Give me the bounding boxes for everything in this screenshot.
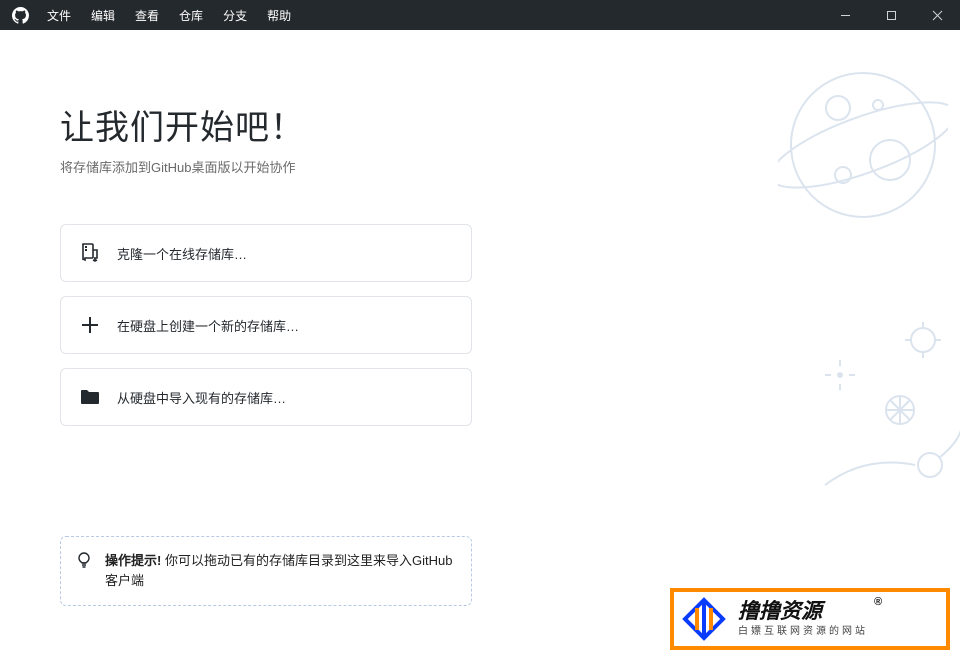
import-repo-label: 从硬盘中导入现有的存储库… <box>117 388 286 407</box>
tip-text: 操作提示! 你可以拖动已有的存储库目录到这里来导入GitHub客户端 <box>105 553 452 588</box>
menu-edit-label: 编辑 <box>91 7 115 24</box>
page-subtitle: 将存储库添加到GitHub桌面版以开始协作 <box>60 157 960 176</box>
watermark-banner: 撸撸资源® 白嫖互联网资源的网站 <box>670 588 950 650</box>
clone-repo-label: 克隆一个在线存储库… <box>117 244 247 263</box>
menu-branch-label: 分支 <box>223 7 247 24</box>
lightbulb-icon <box>75 551 93 575</box>
tip-title: 操作提示! <box>105 553 161 568</box>
page-title: 让我们开始吧！ <box>60 100 960 149</box>
window-controls <box>822 0 960 30</box>
menu-help[interactable]: 帮助 <box>257 0 301 30</box>
watermark-subtitle: 白嫖互联网资源的网站 <box>738 626 868 638</box>
menu-help-label: 帮助 <box>267 7 291 24</box>
option-list: 克隆一个在线存储库… 在硬盘上创建一个新的存储库… 从硬盘中导入现有的存储库… <box>60 224 472 426</box>
registered-mark: ® <box>874 596 882 609</box>
plus-icon <box>79 316 101 334</box>
github-logo-icon <box>12 7 29 24</box>
create-repo-option[interactable]: 在硬盘上创建一个新的存储库… <box>60 296 472 354</box>
menu-repo-label: 仓库 <box>179 7 203 24</box>
titlebar: 文件 编辑 查看 仓库 分支 帮助 <box>0 0 960 30</box>
menu-edit[interactable]: 编辑 <box>81 0 125 30</box>
window-close-button[interactable] <box>914 0 960 30</box>
create-repo-label: 在硬盘上创建一个新的存储库… <box>117 316 299 335</box>
drag-drop-tip[interactable]: 操作提示! 你可以拖动已有的存储库目录到这里来导入GitHub客户端 <box>60 536 472 606</box>
menu-bar: 文件 编辑 查看 仓库 分支 帮助 <box>37 0 301 30</box>
watermark-logo-icon <box>680 595 728 643</box>
repo-clone-icon <box>79 243 101 263</box>
shapes-decoration-icon <box>790 320 960 520</box>
import-repo-option[interactable]: 从硬盘中导入现有的存储库… <box>60 368 472 426</box>
menu-view-label: 查看 <box>135 7 159 24</box>
window-maximize-button[interactable] <box>868 0 914 30</box>
menu-branch[interactable]: 分支 <box>213 0 257 30</box>
content-area: 让我们开始吧！ 将存储库添加到GitHub桌面版以开始协作 克隆一个在线存储库…… <box>0 30 960 660</box>
menu-file[interactable]: 文件 <box>37 0 81 30</box>
menu-view[interactable]: 查看 <box>125 0 169 30</box>
menu-file-label: 文件 <box>47 7 71 24</box>
window-minimize-button[interactable] <box>822 0 868 30</box>
watermark-text: 撸撸资源® 白嫖互联网资源的网站 <box>738 600 868 638</box>
watermark-title: 撸撸资源® <box>738 600 868 624</box>
clone-repo-option[interactable]: 克隆一个在线存储库… <box>60 224 472 282</box>
menu-repo[interactable]: 仓库 <box>169 0 213 30</box>
folder-icon <box>79 389 101 405</box>
